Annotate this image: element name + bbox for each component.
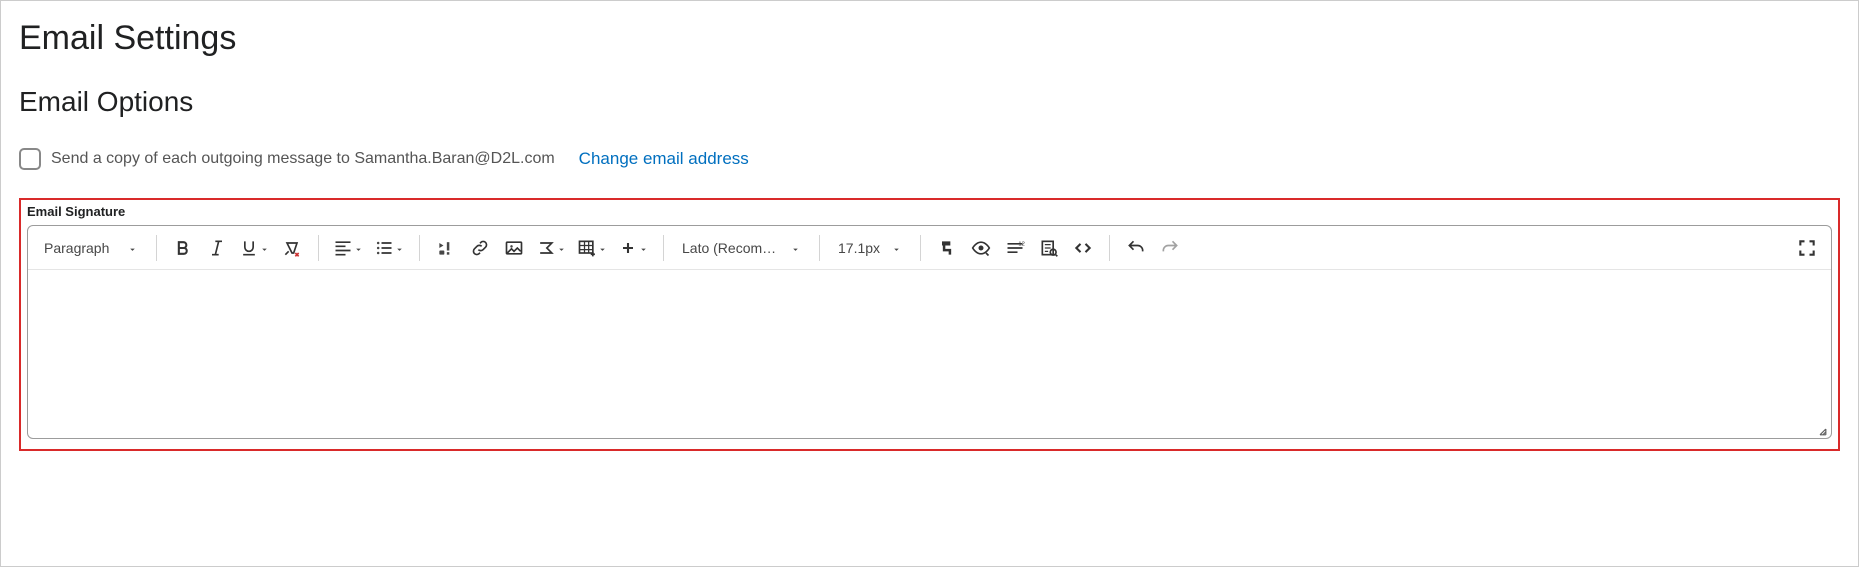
- editor-toolbar: Paragraph: [28, 226, 1831, 270]
- chevron-down-icon: [891, 242, 902, 253]
- font-family-value: Lato (Recomm…: [682, 240, 780, 256]
- history-group: [1120, 232, 1186, 264]
- chevron-down-icon: [790, 242, 801, 253]
- email-signature-block: Email Signature Paragraph: [19, 198, 1840, 451]
- preview-button[interactable]: [1033, 232, 1065, 264]
- insert-group: [430, 232, 653, 264]
- underline-button[interactable]: [235, 232, 274, 264]
- accessibility-check-button[interactable]: [965, 232, 997, 264]
- paragraph-format-value: Paragraph: [44, 240, 109, 256]
- font-family-select[interactable]: Lato (Recomm…: [674, 232, 809, 264]
- paragraph-format-select[interactable]: Paragraph: [36, 232, 146, 264]
- undo-button[interactable]: [1120, 232, 1152, 264]
- insert-stuff-button[interactable]: [430, 232, 462, 264]
- chevron-down-icon: [353, 242, 364, 253]
- toolbar-divider: [1109, 235, 1110, 261]
- toolbar-divider: [318, 235, 319, 261]
- format-painter-button[interactable]: [931, 232, 963, 264]
- chevron-down-icon: [394, 242, 405, 253]
- chevron-down-icon: [259, 242, 270, 253]
- email-signature-label: Email Signature: [27, 204, 1832, 219]
- send-copy-option-row: Send a copy of each outgoing message to …: [19, 148, 1840, 170]
- text-format-group: [167, 232, 308, 264]
- section-title: Email Options: [19, 86, 1840, 118]
- change-email-link[interactable]: Change email address: [579, 149, 749, 169]
- toolbar-divider: [920, 235, 921, 261]
- align-button[interactable]: [329, 232, 368, 264]
- svg-text:123: 123: [1018, 241, 1025, 247]
- paragraph-group: [329, 232, 409, 264]
- chevron-down-icon: [127, 242, 138, 253]
- clear-format-button[interactable]: [276, 232, 308, 264]
- table-button[interactable]: [573, 232, 612, 264]
- italic-button[interactable]: [201, 232, 233, 264]
- insert-image-button[interactable]: [498, 232, 530, 264]
- rich-text-editor: Paragraph: [27, 225, 1832, 439]
- chevron-down-icon: [597, 242, 608, 253]
- font-size-select[interactable]: 17.1px: [830, 232, 910, 264]
- toolbar-divider: [419, 235, 420, 261]
- page-title: Email Settings: [19, 19, 1840, 58]
- insert-link-button[interactable]: [464, 232, 496, 264]
- send-copy-label: Send a copy of each outgoing message to …: [51, 150, 555, 168]
- utility-group: 123: [931, 232, 1099, 264]
- email-settings-panel: Email Settings Email Options Send a copy…: [0, 0, 1859, 567]
- toolbar-divider: [663, 235, 664, 261]
- resize-handle[interactable]: [1813, 422, 1827, 436]
- send-copy-checkbox[interactable]: [19, 148, 41, 170]
- fullscreen-button[interactable]: [1791, 232, 1823, 264]
- bold-button[interactable]: [167, 232, 199, 264]
- font-size-value: 17.1px: [838, 240, 880, 256]
- chevron-down-icon: [638, 242, 649, 253]
- toolbar-divider: [156, 235, 157, 261]
- redo-button[interactable]: [1154, 232, 1186, 264]
- editor-content-area[interactable]: [28, 270, 1831, 438]
- toolbar-divider: [819, 235, 820, 261]
- list-button[interactable]: [370, 232, 409, 264]
- chevron-down-icon: [556, 242, 567, 253]
- equation-button[interactable]: [532, 232, 571, 264]
- source-code-button[interactable]: [1067, 232, 1099, 264]
- more-insert-button[interactable]: [614, 232, 653, 264]
- word-count-button[interactable]: 123: [999, 232, 1031, 264]
